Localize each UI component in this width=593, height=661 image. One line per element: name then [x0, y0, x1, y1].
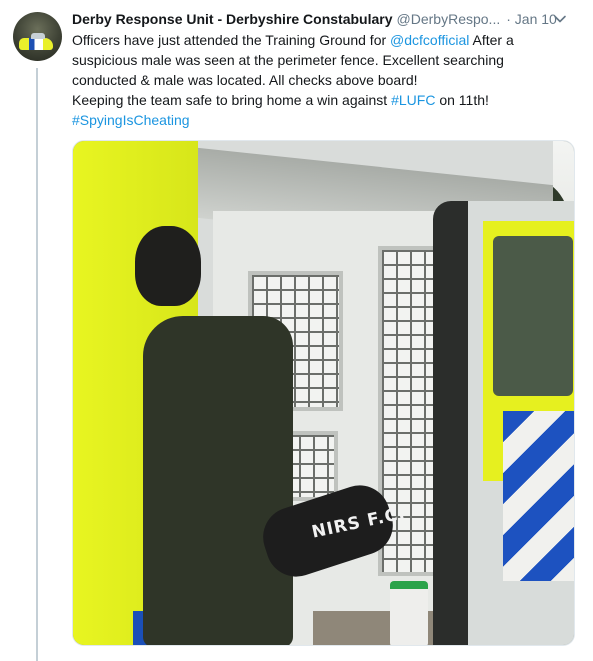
- tweet-photo[interactable]: NIRS F.C.: [72, 140, 575, 646]
- tweet: Derby Response Unit - Derbyshire Constab…: [72, 10, 577, 130]
- police-car-image: [19, 33, 53, 50]
- chevron-down-icon[interactable]: [553, 12, 567, 26]
- tweet-text-segment: Keeping the team safe to bring home a wi…: [72, 92, 392, 108]
- van-door-edge: [433, 201, 473, 645]
- person-body: [143, 316, 293, 645]
- author-handle[interactable]: @DerbyRespo...: [397, 11, 501, 27]
- van-window: [493, 236, 573, 396]
- tweet-text-segment: on 11th!: [435, 92, 489, 108]
- tweet-header: Derby Response Unit - Derbyshire Constab…: [72, 10, 577, 28]
- tweet-paragraph-1: Officers have just attended the Training…: [72, 30, 567, 90]
- thread-line: [36, 68, 38, 661]
- wipes-tub: [390, 581, 428, 645]
- van-battenburg-pattern: [503, 411, 574, 581]
- person-head: [135, 226, 201, 306]
- tweet-timestamp[interactable]: · Jan 10: [506, 11, 557, 27]
- hashtag-link[interactable]: #SpyingIsCheating: [72, 112, 190, 128]
- tweet-text: Officers have just attended the Training…: [72, 30, 567, 130]
- author-display-name[interactable]: Derby Response Unit - Derbyshire Constab…: [72, 11, 393, 27]
- tweet-paragraph-3: #SpyingIsCheating: [72, 110, 567, 130]
- tweet-text-segment: Officers have just attended the Training…: [72, 32, 391, 48]
- avatar[interactable]: [13, 12, 62, 61]
- hashtag-link[interactable]: #LUFC: [391, 92, 435, 108]
- mention-link[interactable]: @dcfcofficial: [390, 32, 469, 48]
- tweet-paragraph-2: Keeping the team safe to bring home a wi…: [72, 90, 567, 110]
